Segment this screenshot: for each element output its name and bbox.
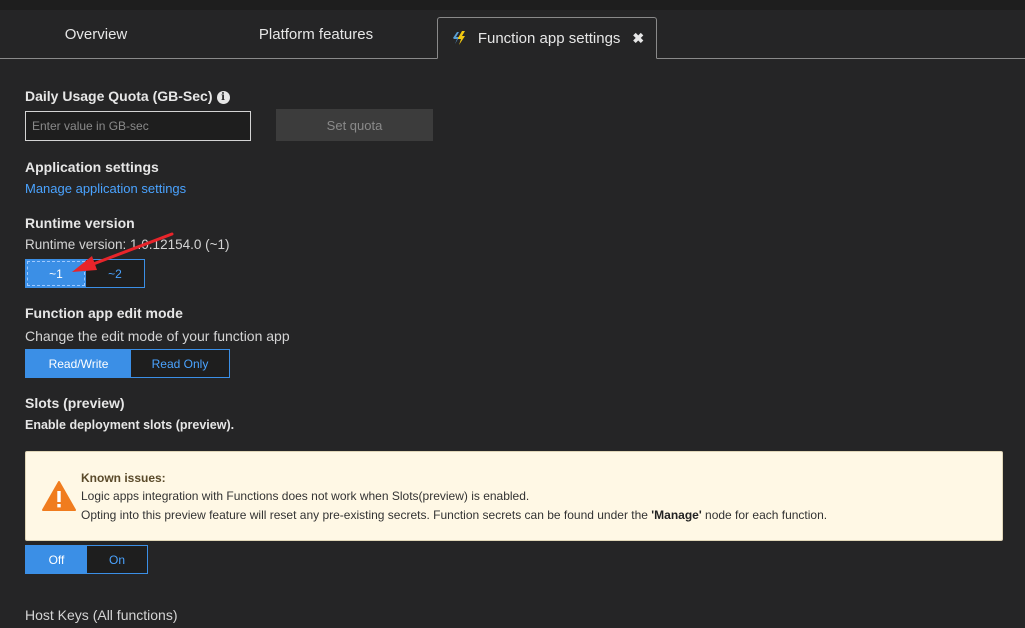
known-issues-manage-text: 'Manage'	[651, 508, 702, 522]
tab-platform-features-label: Platform features	[258, 25, 374, 43]
slots-title: Slots (preview)	[25, 395, 125, 411]
tab-function-app-settings[interactable]: Function app settings ✖	[437, 17, 657, 59]
runtime-version-toggle: ~1 ~2	[25, 259, 145, 288]
tab-bar: Overview Platform features Function app …	[0, 10, 1025, 59]
known-issues-line-2-suffix: node for each function.	[701, 508, 828, 522]
runtime-option-v2[interactable]: ~2	[86, 260, 144, 287]
edit-mode-read-write[interactable]: Read/Write	[26, 350, 131, 377]
known-issues-title: Known issues:	[81, 471, 166, 485]
tab-function-app-settings-label: Function app settings	[477, 29, 621, 47]
app-settings-title: Application settings	[25, 159, 159, 175]
edit-mode-toggle: Read/Write Read Only	[25, 349, 230, 378]
known-issues-line-1: Logic apps integration with Functions do…	[81, 489, 530, 503]
quota-title: Daily Usage Quota (GB-Sec)	[25, 88, 213, 104]
runtime-option-v1[interactable]: ~1	[26, 260, 86, 287]
edit-mode-read-only[interactable]: Read Only	[131, 350, 229, 377]
tab-platform-features[interactable]: Platform features	[236, 10, 396, 58]
warning-icon	[42, 481, 76, 511]
edit-mode-title: Function app edit mode	[25, 305, 183, 321]
close-icon[interactable]: ✖	[632, 30, 644, 47]
function-bolt-icon	[452, 31, 465, 45]
slots-on[interactable]: On	[87, 546, 147, 573]
tab-overview[interactable]: Overview	[34, 10, 158, 58]
quota-input[interactable]	[25, 111, 251, 141]
slots-description: Enable deployment slots (preview).	[25, 418, 235, 432]
slots-toggle: Off On	[25, 545, 148, 574]
known-issues-line-2: Opting into this preview feature will re…	[81, 508, 827, 522]
runtime-version-current: Runtime version: 1.0.12154.0 (~1)	[25, 237, 230, 252]
edit-mode-description: Change the edit mode of your function ap…	[25, 328, 290, 344]
tab-overview-label: Overview	[64, 25, 128, 43]
host-keys-title: Host Keys (All functions)	[25, 607, 178, 623]
quota-section-title: Daily Usage Quota (GB-Sec) i	[25, 88, 230, 104]
set-quota-button[interactable]: Set quota	[276, 109, 433, 141]
slots-off[interactable]: Off	[26, 546, 87, 573]
info-icon[interactable]: i	[216, 91, 230, 104]
runtime-version-title: Runtime version	[25, 215, 135, 231]
manage-app-settings-link[interactable]: Manage application settings	[25, 181, 186, 196]
known-issues-line-2-prefix: Opting into this preview feature will re…	[81, 508, 652, 522]
known-issues-banner: Known issues: Logic apps integration wit…	[25, 451, 1003, 541]
